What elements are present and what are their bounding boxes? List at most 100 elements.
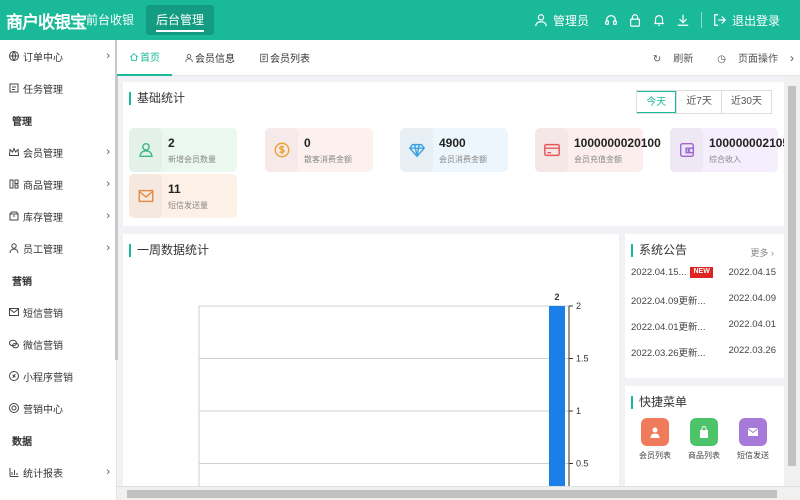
user-icon <box>9 243 19 254</box>
sidebar-item-3[interactable]: 会员管理 › <box>0 136 116 168</box>
task-icon <box>9 83 19 93</box>
bell-icon[interactable] <box>652 13 666 27</box>
sidebar-scrollbar[interactable] <box>115 40 118 360</box>
chevron-right-icon: › <box>106 466 110 478</box>
sidebar-item-13[interactable]: 统计报表 › <box>0 456 116 488</box>
notice-item[interactable]: 2022.04.09更新... 2022.04.09 <box>631 293 776 307</box>
stat-card-3[interactable]: 1000000020100 会员充值金额 <box>535 128 661 172</box>
stat-icon-box <box>670 128 703 172</box>
target-icon <box>9 403 19 413</box>
notice-item-title: 2022.04.15... <box>631 267 687 278</box>
notice-item[interactable]: 2022.04.15... NEW 2022.04.15 <box>631 267 776 278</box>
notice-item-date: 2022.03.26 <box>728 345 776 356</box>
sidebar-item-label: 订单中心 <box>23 52 63 64</box>
sidebar-item-0[interactable]: 订单中心 › <box>0 40 116 72</box>
nav-front-desk[interactable]: 前台收银 <box>76 5 144 35</box>
stat-value: 2 <box>168 136 175 150</box>
stat-value: 4900 <box>439 136 466 150</box>
range-today[interactable]: 今天 <box>637 91 677 113</box>
wallet-icon <box>679 142 694 158</box>
download-icon[interactable] <box>676 13 690 27</box>
y-tick-label: 1.5 <box>576 354 589 364</box>
range-30days[interactable]: 近30天 <box>720 91 771 113</box>
nav-backend[interactable]: 后台管理 <box>146 5 215 35</box>
refresh-label: 刷新 <box>673 54 694 65</box>
date-range-switch: 今天 近7天 近30天 <box>636 90 772 114</box>
y-tick-label: 1 <box>576 406 581 416</box>
horizontal-scroll-thumb[interactable] <box>127 490 777 498</box>
headset-icon[interactable] <box>604 13 618 27</box>
logout-label: 退出登录 <box>731 13 780 28</box>
notice-item[interactable]: 2022.04.01更新... 2022.04.01 <box>631 319 776 333</box>
logout-button[interactable]: 退出登录 <box>708 12 780 29</box>
user-icon <box>185 53 193 62</box>
page-tabs: 首页 会员信息 会员列表 ↻ 刷新 ◷ 页面操作 › <box>117 40 800 76</box>
chevron-right-icon: › <box>106 50 110 62</box>
lock-icon[interactable] <box>628 13 642 27</box>
tab-home-label: 首页 <box>140 53 160 64</box>
tab-member-list-label: 会员列表 <box>270 54 310 65</box>
quick-menu-card: 快捷菜单 会员列表 商品列表 短信发送 <box>625 386 784 490</box>
notice-card: 系统公告 更多 › 2022.04.15... NEW 2022.04.15 2022… <box>625 234 784 378</box>
stat-icon-box <box>129 128 162 172</box>
stat-card-0[interactable]: 2 新增会员数量 <box>129 128 237 172</box>
sidebar-item-4[interactable]: 商品管理 › <box>0 168 116 200</box>
horizontal-scrollbar[interactable] <box>117 486 800 500</box>
notice-item-title: 2022.04.09更新... <box>631 296 706 307</box>
quick-menu-item[interactable]: 短信发送 <box>733 418 773 461</box>
grid-icon <box>9 179 19 189</box>
envelope-icon <box>138 189 153 203</box>
page-ops-button[interactable]: ◷ 页面操作 <box>705 50 778 65</box>
user-icon <box>534 13 548 27</box>
top-bar: 商户收银宝 前台收银 后台管理 管理员 退出登录 <box>0 0 800 40</box>
sidebar-item-10[interactable]: 小程序营销 <box>0 360 116 392</box>
globe-icon <box>9 51 19 61</box>
list-icon <box>260 53 268 62</box>
stat-label: 综合收入 <box>709 155 741 164</box>
sidebar-item-label: 会员管理 <box>23 148 63 160</box>
stat-card-2[interactable]: 4900 会员消费金额 <box>400 128 508 172</box>
tab-member-list[interactable]: 会员列表 <box>247 40 322 76</box>
crown-icon <box>8 147 20 156</box>
range-7days[interactable]: 近7天 <box>676 91 721 113</box>
notice-item-date: 2022.04.09 <box>728 293 776 304</box>
notice-more-link[interactable]: 更多 › <box>750 246 774 259</box>
vertical-scroll-thumb[interactable] <box>788 86 796 466</box>
y-tick-label: 2 <box>576 301 581 311</box>
sidebar-item-label: 营销中心 <box>23 404 63 416</box>
stat-card-1[interactable]: 0 散客消费金额 <box>265 128 373 172</box>
admin-name: 管理员 <box>552 13 589 28</box>
stat-label: 新增会员数量 <box>168 155 216 164</box>
sidebar-item-label: 统计报表 <box>23 468 63 480</box>
diamond-icon <box>408 143 425 158</box>
sidebar-item-1[interactable]: 任务管理 <box>0 72 116 104</box>
tab-home[interactable]: 首页 <box>117 40 172 76</box>
page-ops-label: 页面操作 <box>738 54 778 65</box>
stat-card-4[interactable]: 1000000021056.8 综合收入 <box>670 128 800 172</box>
y-tick-label: 0.5 <box>576 459 589 469</box>
sidebar-item-label: 库存管理 <box>23 212 63 224</box>
chart-icon <box>9 468 19 477</box>
admin-user[interactable]: 管理员 <box>529 12 589 29</box>
sidebar-item-label: 小程序营销 <box>23 372 73 384</box>
notice-item[interactable]: 2022.03.26更新... 2022.03.26 <box>631 345 776 359</box>
stat-card-5[interactable]: 11 短信发送量 <box>129 174 237 218</box>
sidebar-item-6[interactable]: 员工管理 › <box>0 232 116 264</box>
tabs-more-icon[interactable]: › <box>790 51 794 65</box>
nav-backend-label: 后台管理 <box>156 13 205 32</box>
quick-menu-item[interactable]: 会员列表 <box>635 418 675 461</box>
basic-stats-title: 基础统计 <box>129 92 185 105</box>
basic-stats-card: 基础统计 今天 近7天 近30天 2 新增会员数量 0 散客消费金额 4900 会员消费金… <box>123 82 800 226</box>
bar-value-label: 2 <box>554 292 559 302</box>
sidebar-item-5[interactable]: 库存管理 › <box>0 200 116 232</box>
sidebar-item-9[interactable]: 微信营销 <box>0 328 116 360</box>
quick-menu-item[interactable]: 商品列表 <box>684 418 724 461</box>
tab-member-info[interactable]: 会员信息 <box>172 40 247 76</box>
sidebar-item-11[interactable]: 营销中心 <box>0 392 116 424</box>
sidebar-item-label: 微信营销 <box>23 340 63 352</box>
notice-item-title: 2022.03.26更新... <box>631 348 706 359</box>
refresh-button[interactable]: ↻ 刷新 <box>641 50 693 65</box>
sidebar-item-8[interactable]: 短信营销 <box>0 296 116 328</box>
vertical-scrollbar[interactable] <box>784 76 800 486</box>
chevron-right-icon: › <box>106 146 110 158</box>
